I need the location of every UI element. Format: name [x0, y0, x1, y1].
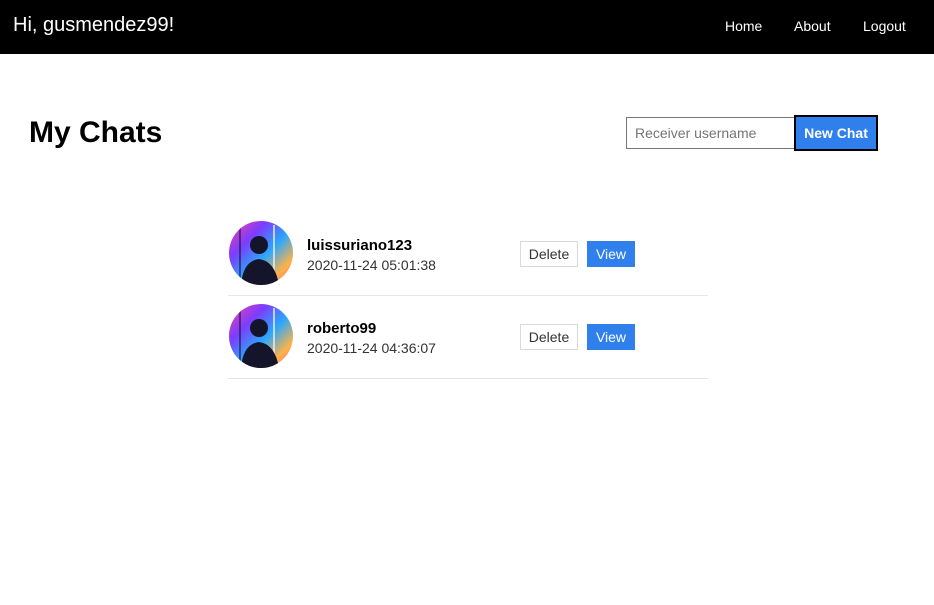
- receiver-username-input[interactable]: [626, 117, 795, 149]
- chat-list-item: roberto99 2020-11-24 04:36:07 Delete Vie…: [228, 296, 708, 379]
- chat-username: roberto99: [307, 320, 377, 337]
- delete-chat-button[interactable]: Delete: [520, 324, 578, 350]
- greeting-text: Hi, gusmendez99!: [13, 14, 175, 36]
- new-chat-button[interactable]: New Chat: [794, 115, 878, 151]
- nav-about-link[interactable]: About: [794, 18, 831, 34]
- delete-chat-button[interactable]: Delete: [520, 241, 578, 267]
- top-navbar: Hi, gusmendez99! Home About Logout: [0, 0, 934, 54]
- view-chat-button[interactable]: View: [587, 241, 635, 267]
- chat-list: luissuriano123 2020-11-24 05:01:38 Delet…: [228, 213, 708, 379]
- chat-timestamp: 2020-11-24 05:01:38: [307, 257, 436, 273]
- view-chat-button[interactable]: View: [587, 324, 635, 350]
- chat-list-item: luissuriano123 2020-11-24 05:01:38 Delet…: [228, 213, 708, 296]
- chat-username: luissuriano123: [307, 237, 413, 254]
- user-avatar-icon: [229, 221, 293, 285]
- chat-timestamp: 2020-11-24 04:36:07: [307, 340, 436, 356]
- nav-home-link[interactable]: Home: [725, 18, 762, 34]
- user-avatar-icon: [229, 304, 293, 368]
- nav-logout-link[interactable]: Logout: [863, 18, 906, 34]
- page-title: My Chats: [29, 116, 163, 149]
